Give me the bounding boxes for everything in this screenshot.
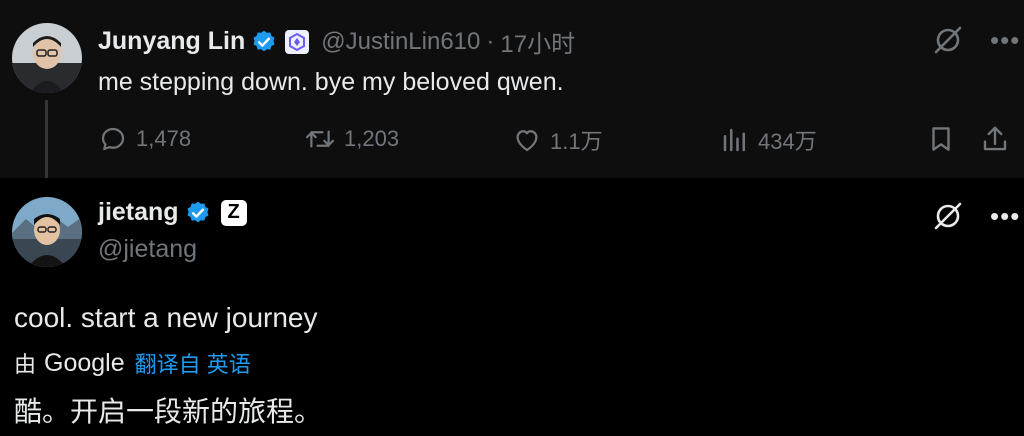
tweet-2-top-actions: ••• — [932, 200, 1020, 232]
more-icon[interactable]: ••• — [990, 27, 1020, 53]
views-button[interactable]: 434万 — [720, 124, 817, 156]
google-logo: Google — [44, 348, 125, 377]
retweet-icon — [305, 130, 335, 148]
translated-text: 酷。开启一段新的旅程。 — [14, 396, 323, 427]
bookmark-icon — [932, 127, 950, 151]
like-button[interactable]: 1.1万 — [512, 124, 603, 156]
author-name[interactable]: Junyang Lin — [98, 27, 245, 56]
avatar-junyang[interactable] — [12, 23, 82, 93]
bookmark-button[interactable] — [926, 124, 964, 154]
grok-icon[interactable] — [932, 200, 964, 232]
tweet-1[interactable]: Junyang Lin @JustinLin610 · 17小时 me step… — [0, 0, 1024, 178]
reply-count: 1,478 — [136, 126, 192, 151]
affiliate-badge-icon[interactable]: Z — [220, 199, 247, 226]
retweet-button[interactable]: 1,203 — [304, 124, 399, 154]
view-count: 434万 — [758, 129, 817, 154]
verified-icon — [253, 30, 275, 51]
tweet-1-top-actions: ••• — [932, 24, 1020, 56]
tweet-2-header: jietang Z — [98, 198, 247, 227]
tweet-2-text: cool. start a new journey — [14, 302, 318, 333]
thread-connector — [45, 100, 48, 190]
tweet-1-actions: 1,478 1,203 1.1万 434万 — [98, 120, 1014, 160]
retweet-count: 1,203 — [344, 126, 400, 151]
author-handle[interactable]: @JustinLin610 — [321, 28, 480, 56]
like-icon — [516, 130, 538, 152]
reply-button[interactable]: 1,478 — [98, 124, 191, 154]
timestamp[interactable]: 17小时 — [500, 24, 575, 59]
separator-dot: · — [486, 27, 495, 55]
translation-attribution: 由 Google 翻译自 英语 — [14, 347, 251, 379]
verified-icon — [187, 201, 209, 222]
share-button[interactable] — [980, 124, 1018, 154]
affiliate-badge-icon[interactable] — [285, 29, 310, 54]
like-count: 1.1万 — [550, 129, 603, 154]
tweet-1-text: me stepping down. bye my beloved qwen. — [98, 68, 564, 96]
avatar-jietang[interactable] — [12, 197, 82, 267]
author-name[interactable]: jietang — [98, 198, 179, 227]
reply-icon — [101, 127, 125, 151]
views-icon — [723, 128, 745, 152]
tweet-1-header: Junyang Lin @JustinLin610 · 17小时 — [98, 24, 575, 59]
translated-by-label: 由 — [14, 352, 37, 377]
translated-from-link[interactable]: 翻译自 英语 — [135, 347, 251, 379]
author-handle[interactable]: @jietang — [98, 235, 197, 264]
grok-icon[interactable] — [932, 24, 964, 56]
share-icon — [983, 126, 1007, 151]
more-icon[interactable]: ••• — [990, 203, 1020, 229]
